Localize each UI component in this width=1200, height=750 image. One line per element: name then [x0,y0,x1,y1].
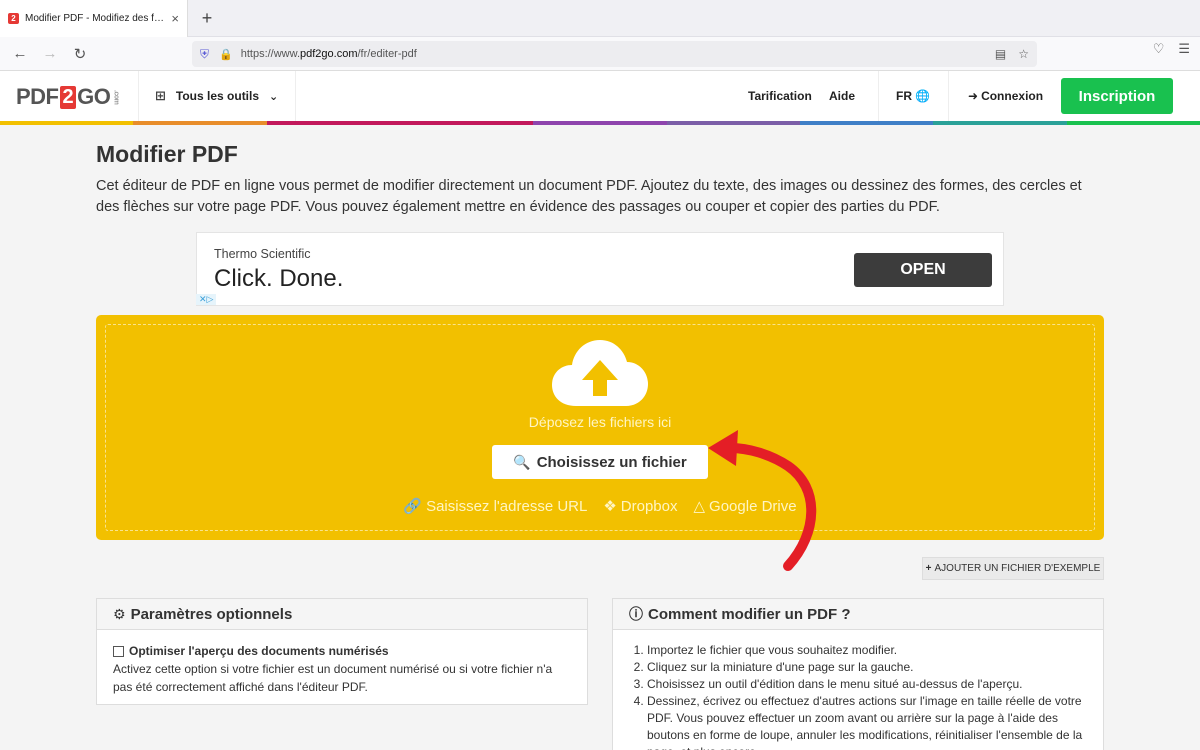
upload-sources: 🔗 Saisissez l'adresse URL ❖ Dropbox △ Googl… [96,497,1104,516]
file-dropzone[interactable]: Déposez les fichiers ici 🔍 Choisissez un… [96,315,1104,540]
color-bar-segment [933,121,1067,125]
link-icon: 🔗 [403,498,423,515]
reader-view-icon[interactable]: ▤ [995,47,1006,61]
browser-tab-bar: 2 Modifier PDF - Modifiez des fichiers P… [0,0,1200,37]
how-to-title: Comment modifier un PDF ? [648,605,851,623]
ad-open-button[interactable]: OPEN [854,253,992,287]
all-tools-dropdown[interactable]: ⊞ Tous les outils ⌄ [138,71,296,121]
login-label: Connexion [981,89,1044,103]
login-link[interactable]: ➜ Connexion [968,71,1043,121]
how-to-header: ⓘ Comment modifier un PDF ? [613,599,1103,630]
grid-icon: ⊞ [155,88,166,103]
reload-icon[interactable]: ↻ [65,39,95,69]
forward-arrow-icon[interactable]: → [35,39,65,69]
dropbox-source-link[interactable]: ❖ Dropbox [603,497,678,516]
advertisement-banner[interactable]: Thermo Scientific Click. Done. OPEN [196,232,1004,306]
url-source-link[interactable]: 🔗 Saisissez l'adresse URL [403,497,588,516]
choose-file-button[interactable]: 🔍 Choisissez un fichier [492,445,708,479]
url-source-label: Saisissez l'adresse URL [426,497,588,515]
how-to-panel: ⓘ Comment modifier un PDF ? Importez le … [612,598,1104,750]
add-sample-file-button[interactable]: + AJOUTER UN FICHIER D'EXEMPLE [922,557,1104,580]
globe-icon: 🌐 [915,89,930,103]
color-bar-segment [666,121,800,125]
plus-icon: + [925,563,932,574]
how-to-step: Choisissez un outil d'édition dans le me… [647,676,1087,693]
add-sample-file-label: AJOUTER UN FICHIER D'EXEMPLE [934,563,1101,574]
how-to-step: Dessinez, écrivez ou effectuez d'autres … [647,693,1087,750]
header-divider [878,71,879,121]
back-arrow-icon[interactable]: ← [5,39,35,69]
chevron-down-icon: ⌄ [269,90,279,103]
optional-settings-header: ⚙ Paramètres optionnels [97,599,587,630]
page-intro: Cet éditeur de PDF en ligne vous permet … [96,178,1082,215]
signup-button[interactable]: Inscription [1061,78,1173,114]
tracking-shield-icon[interactable]: ⛨ [200,47,209,62]
how-to-step: Cliquez sur la miniature d'une page sur … [647,659,1087,676]
logo-two: 2 [59,85,77,109]
optimize-scan-label: Optimiser l'aperçu des documents numéris… [129,644,389,658]
browser-nav-bar: ← → ↻ ⛨ 🔒 https://www.pdf2go.com/fr/edit… [0,37,1200,71]
optimize-scan-description: Activez cette option si votre fichier es… [113,662,553,694]
language-selector[interactable]: FR 🌐 [896,71,930,121]
drop-files-text: Déposez les fichiers ici [528,414,672,430]
site-header: PDF 2 GO .com ⊞ Tous les outils ⌄ Tarificat… [0,71,1200,125]
url-text: https://www.pdf2go.com/fr/editer-pdf [240,48,417,60]
how-to-steps: Importez le fichier que vous souhaitez m… [647,642,1087,750]
dropbox-icon: ❖ [603,498,617,515]
ad-brand: Thermo Scientific [214,247,311,261]
color-bar-segment [799,121,934,125]
dropbox-source-label: Dropbox [620,497,678,515]
info-icon: ⓘ [629,606,643,622]
logo-pdf: PDF [16,84,59,109]
hamburger-menu-icon[interactable]: ☰ [1178,41,1190,57]
red-curved-arrow-annotation [708,430,817,571]
help-link[interactable]: Aide [829,71,855,121]
logo-go: GO [77,84,111,109]
color-bar-segment [133,121,267,125]
adchoices-icon[interactable]: ✕▷ [196,294,217,305]
color-bar-segment [266,121,400,125]
optimize-scan-checkbox-row[interactable]: Optimiser l'aperçu des documents numéris… [113,642,571,660]
color-bar-segment [533,121,667,125]
page-title: Modifier PDF [96,141,238,167]
color-bar-segment [1066,121,1200,125]
close-tab-icon[interactable]: × [171,11,179,26]
color-bar-segment [0,121,134,125]
new-tab-button[interactable]: + [196,6,218,30]
google-drive-icon: △ [693,498,706,515]
tab-title: Modifier PDF - Modifiez des fichiers PDF… [25,13,166,24]
pdf2go-logo[interactable]: PDF 2 GO .com [16,81,119,113]
all-tools-label: Tous les outils [175,89,260,103]
browser-tab[interactable]: 2 Modifier PDF - Modifiez des fichiers P… [0,0,188,37]
optimize-scan-checkbox[interactable] [113,645,124,657]
logo-com: .com [112,89,120,105]
header-color-bar [0,121,1200,125]
pricing-link[interactable]: Tarification [748,71,812,121]
header-divider [948,71,949,121]
ad-headline: Click. Done. [214,265,344,292]
search-icon: 🔍 [513,453,531,470]
cloud-upload-icon [552,340,648,406]
login-icon: ➜ [968,89,979,103]
pdf2go-favicon-icon: 2 [8,13,19,24]
language-label: FR [896,89,912,103]
pocket-icon[interactable]: ♡ [1153,41,1165,57]
gears-icon: ⚙ [113,605,126,622]
address-bar[interactable]: ⛨ 🔒 https://www.pdf2go.com/fr/editer-pdf… [192,41,1037,67]
bookmark-star-icon[interactable]: ☆ [1018,47,1029,61]
lock-icon[interactable]: 🔒 [219,48,233,61]
optional-settings-title: Paramètres optionnels [130,605,293,623]
how-to-step: Importez le fichier que vous souhaitez m… [647,642,1087,659]
choose-file-label: Choisissez un fichier [536,453,687,471]
optional-settings-panel: ⚙ Paramètres optionnels Optimiser l'aper… [96,598,588,705]
color-bar-segment [399,121,534,125]
